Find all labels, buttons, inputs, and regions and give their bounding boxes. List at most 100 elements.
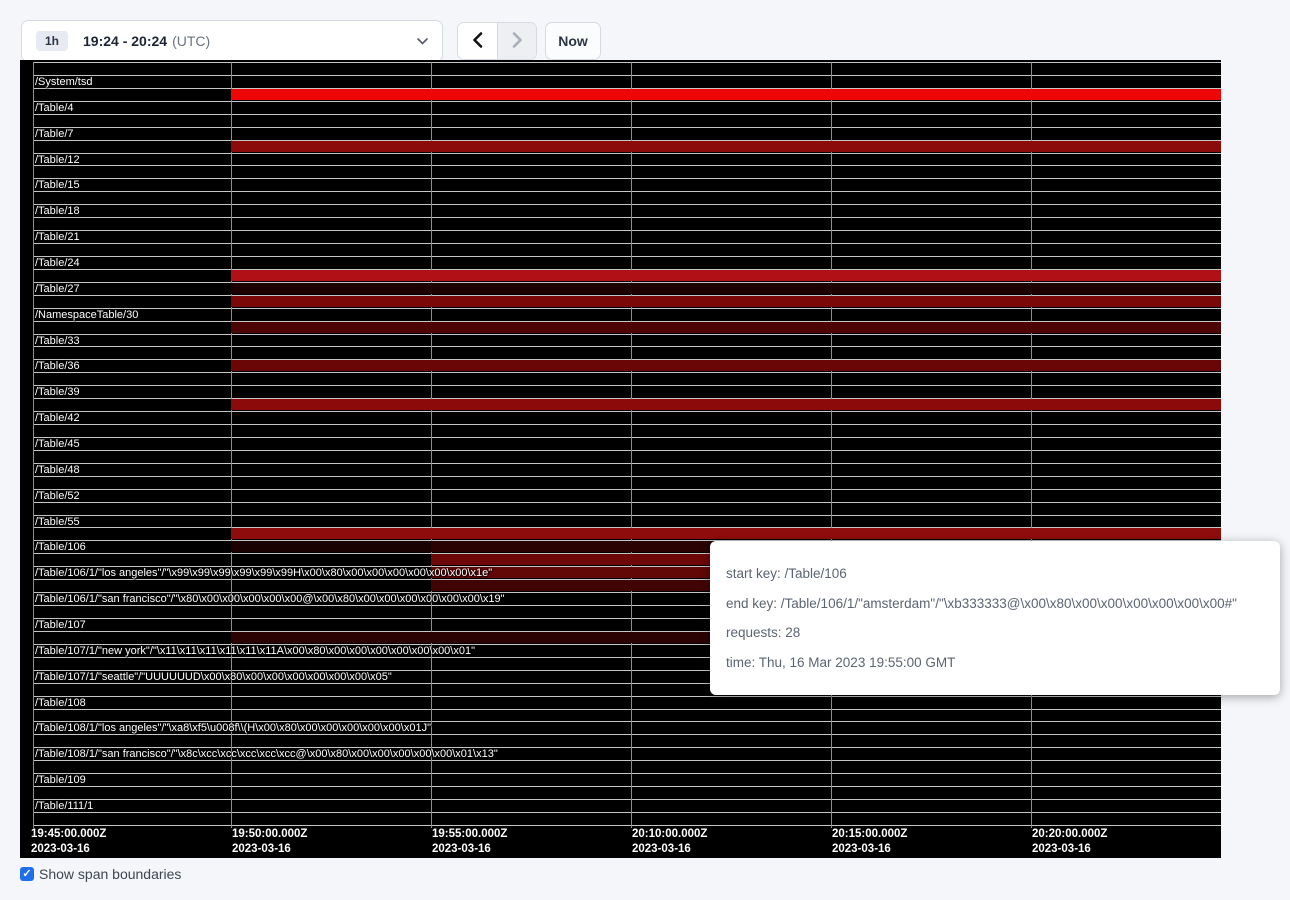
show-span-boundaries-label: Show span boundaries (39, 866, 181, 882)
grid-hline (33, 243, 1221, 244)
row-label: /Table/108 (35, 698, 86, 709)
grid-hline (33, 256, 1221, 257)
tick-date: 2023-03-16 (432, 842, 507, 857)
row-label: /Table/106 (35, 542, 86, 553)
grid-hline (33, 476, 1221, 477)
grid-hline (33, 230, 1221, 231)
tick-time: 20:15:00.000Z (832, 827, 907, 842)
row-label: /Table/45 (35, 439, 80, 450)
row-label: /Table/111/1 (35, 801, 93, 812)
grid-hline (33, 217, 1221, 218)
grid-hline (33, 709, 1221, 710)
grid-hline (33, 786, 1221, 787)
grid-hline (33, 437, 1221, 438)
heat-band (231, 89, 1221, 100)
grid-hline (33, 696, 1221, 697)
tick-date: 2023-03-16 (1032, 842, 1107, 857)
chevron-right-icon (512, 32, 523, 51)
grid-hline (33, 153, 1221, 154)
time-axis-tick: 20:15:00.000Z2023-03-16 (832, 827, 907, 857)
row-label: /Table/48 (35, 465, 80, 476)
grid-hline (33, 346, 1221, 347)
row-label: /Table/42 (35, 413, 80, 424)
show-span-boundaries-control[interactable]: ✓ Show span boundaries (20, 866, 181, 882)
time-axis-tick: 19:45:00.000Z2023-03-16 (31, 827, 106, 857)
row-label: /Table/18 (35, 206, 80, 217)
grid-vline (231, 62, 232, 828)
row-label: /Table/107 (35, 620, 86, 631)
grid-hline (33, 799, 1221, 800)
tooltip-line: end key: /Table/106/1/"amsterdam"/"\xb33… (726, 594, 1264, 613)
time-range-select[interactable]: 1h 19:24 - 20:24 (UTC) (21, 20, 443, 62)
grid-hline (33, 489, 1221, 490)
row-label: /NamespaceTable/30 (35, 310, 138, 321)
tick-time: 20:10:00.000Z (632, 827, 707, 842)
heat-band (231, 360, 1221, 371)
tick-time: 19:45:00.000Z (31, 827, 106, 842)
tick-time: 20:20:00.000Z (1032, 827, 1107, 842)
heat-band (231, 270, 1221, 281)
row-label: /Table/55 (35, 517, 80, 528)
show-span-boundaries-checkbox[interactable]: ✓ (20, 867, 34, 881)
row-label: /Table/4 (35, 103, 74, 114)
tick-date: 2023-03-16 (31, 842, 106, 857)
heat-band (231, 528, 1221, 539)
grid-hline (33, 424, 1221, 425)
row-label: /Table/109 (35, 775, 86, 786)
grid-vline (431, 62, 432, 828)
grid-hline (33, 308, 1221, 309)
heat-band (231, 141, 1221, 152)
row-label: /Table/27 (35, 284, 80, 295)
tick-time: 19:55:00.000Z (432, 827, 507, 842)
time-nav-group (457, 22, 537, 60)
now-button[interactable]: Now (545, 22, 601, 60)
heat-band (231, 541, 431, 552)
grid-hline (33, 165, 1221, 166)
row-label: /Table/108/1/"los angeles"/"\xa8\xf5\u00… (35, 723, 431, 734)
row-label: /Table/12 (35, 155, 80, 166)
heat-band (231, 283, 1221, 294)
grid-hline (33, 114, 1221, 115)
row-label: /Table/106/1/"los angeles"/"\x99\x99\x99… (35, 568, 492, 579)
tick-time: 19:50:00.000Z (232, 827, 307, 842)
grid-hline (33, 825, 1221, 826)
row-label: /Table/15 (35, 180, 80, 191)
grid-hline (33, 773, 1221, 774)
grid-hline (33, 450, 1221, 451)
grid-hline (33, 191, 1221, 192)
row-label: /System/tsd (35, 77, 92, 88)
next-range-button[interactable] (497, 23, 536, 59)
grid-vline (1031, 62, 1032, 828)
row-label: /Table/107/1/"seattle"/"UUUUUUD\x00\x80\… (35, 672, 392, 683)
grid-hline (33, 372, 1221, 373)
row-label: /Table/39 (35, 387, 80, 398)
key-visualizer-page: 1h 19:24 - 20:24 (UTC) Now /System/tsd/T… (0, 0, 1290, 900)
prev-range-button[interactable] (458, 23, 497, 59)
heat-band (231, 296, 1221, 307)
grid-hline (33, 75, 1221, 76)
tooltip-line: time: Thu, 16 Mar 2023 19:55:00 GMT (726, 653, 1264, 672)
heat-band (231, 322, 1221, 333)
row-label: /Table/106/1/"san francisco"/"\x80\x00\x… (35, 594, 505, 605)
grid-hline (33, 515, 1221, 516)
grid-hline (33, 502, 1221, 503)
tick-date: 2023-03-16 (632, 842, 707, 857)
tick-date: 2023-03-16 (832, 842, 907, 857)
chevron-left-icon (472, 32, 483, 51)
grid-hline (33, 411, 1221, 412)
grid-hline (33, 178, 1221, 179)
grid-hline (33, 127, 1221, 128)
grid-hline (33, 463, 1221, 464)
grid-vline (831, 62, 832, 828)
time-axis-tick: 19:50:00.000Z2023-03-16 (232, 827, 307, 857)
time-axis-tick: 19:55:00.000Z2023-03-16 (432, 827, 507, 857)
grid-vline (631, 62, 632, 828)
time-axis-tick: 20:20:00.000Z2023-03-16 (1032, 827, 1107, 857)
range-text: 19:24 - 20:24 (83, 33, 167, 49)
row-label: /Table/52 (35, 491, 80, 502)
tooltip-line: requests: 28 (726, 623, 1264, 642)
row-label: /Table/33 (35, 336, 80, 347)
row-label: /Table/21 (35, 232, 80, 243)
time-axis-tick: 20:10:00.000Z2023-03-16 (632, 827, 707, 857)
key-visualizer-heatmap[interactable]: /System/tsd/Table/4/Table/7/Table/12/Tab… (20, 60, 1221, 858)
